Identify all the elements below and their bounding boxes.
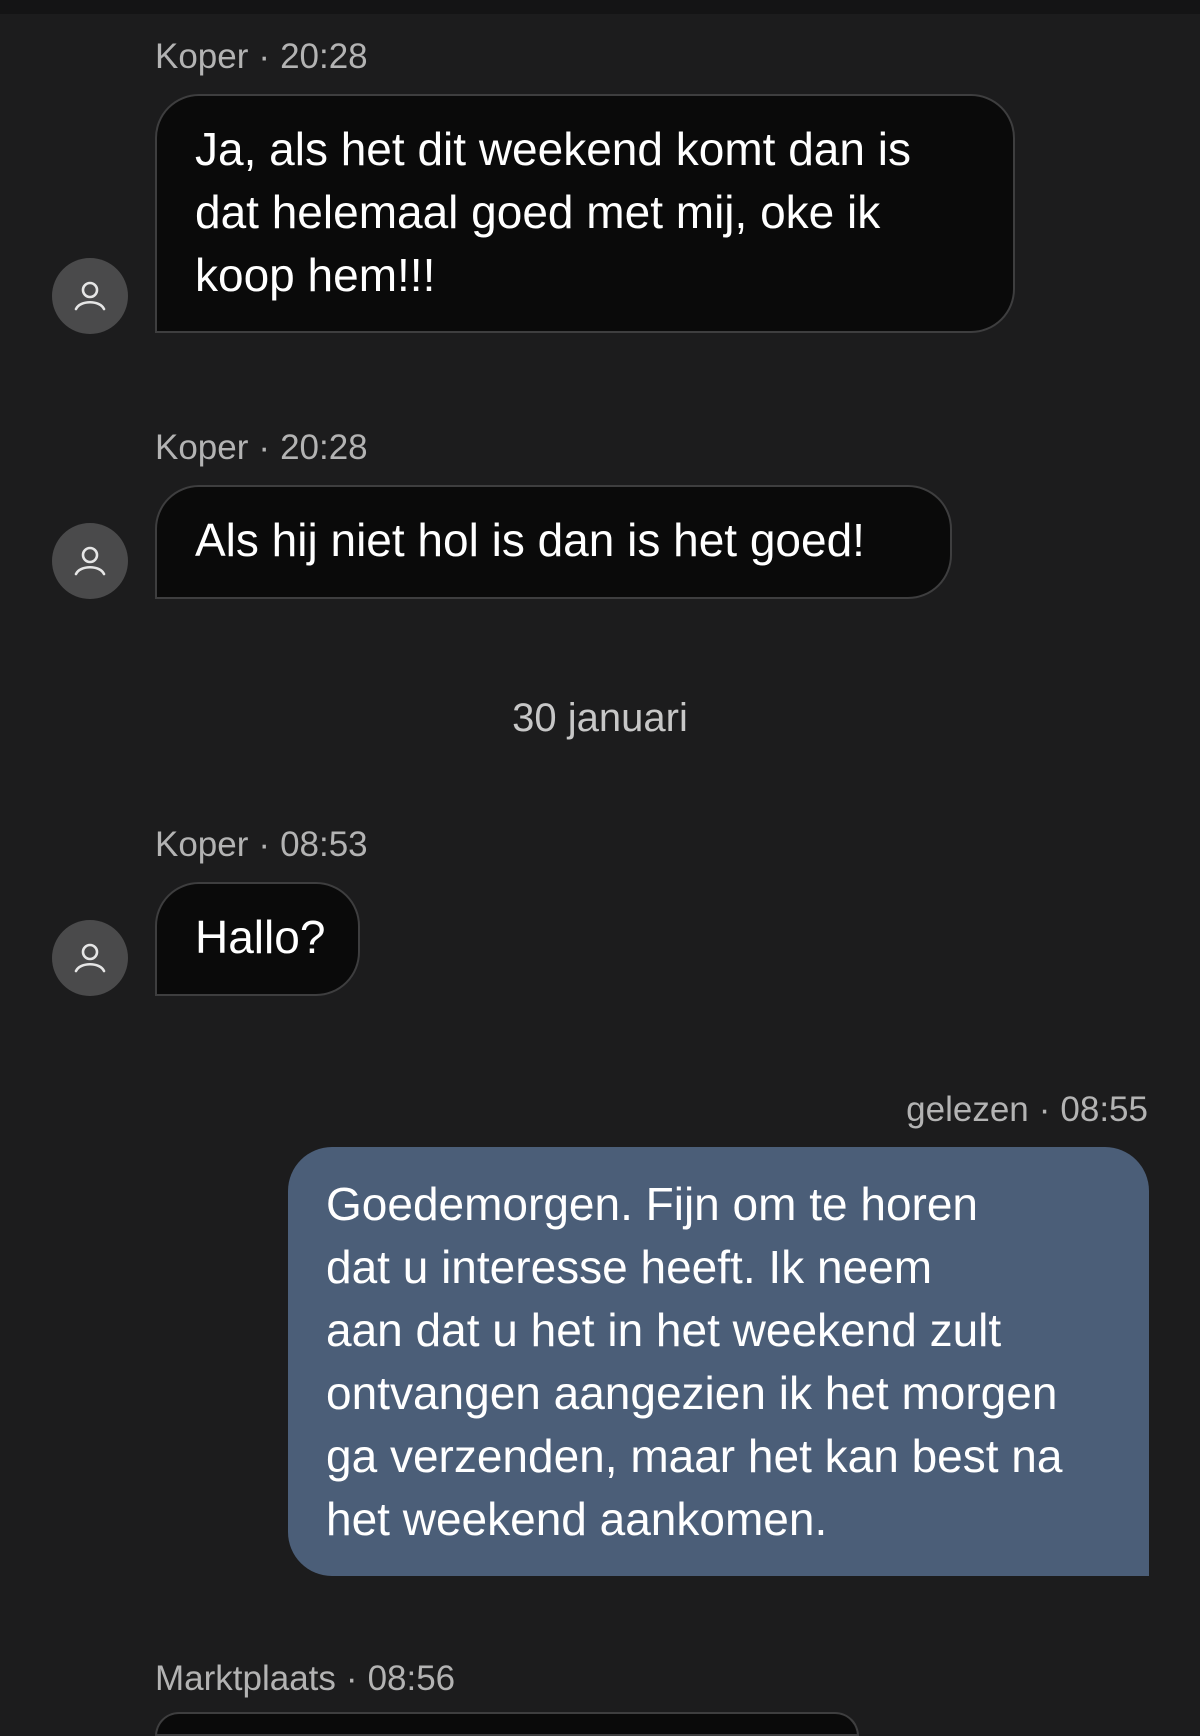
avatar[interactable] [52,258,128,334]
read-status: gelezen [906,1090,1029,1129]
separator-dot: · [1038,1090,1051,1129]
separator-dot: · [258,428,271,467]
sender-name: Koper [155,37,249,76]
sender-name: Koper [155,825,249,864]
message-time: 08:55 [1060,1090,1148,1129]
separator-dot: · [258,37,271,76]
message-bubble-outgoing[interactable]: Goedemorgen. Fijn om te horen dat u inte… [288,1147,1149,1576]
message-bubble-incoming[interactable] [155,1712,859,1736]
message-meta: Marktplaats · 08:56 [155,1659,455,1699]
date-separator: 30 januari [512,696,688,740]
message-bubble-incoming[interactable]: Hallo? [155,882,360,996]
message-time: 20:28 [280,428,368,467]
sender-name: Marktplaats [155,1659,336,1698]
message-time: 08:56 [367,1659,456,1698]
status-bar-edge [0,0,1200,14]
user-icon [74,546,106,576]
user-icon [74,943,106,973]
message-meta: gelezen · 08:55 [906,1090,1148,1130]
message-bubble-incoming[interactable]: Als hij niet hol is dan is het goed! [155,485,952,599]
message-time: 08:53 [280,825,368,864]
message-meta: Koper · 08:53 [155,825,368,865]
avatar[interactable] [52,920,128,996]
message-meta: Koper · 20:28 [155,428,368,468]
user-icon [74,281,106,311]
message-time: 20:28 [280,37,368,76]
avatar[interactable] [52,523,128,599]
separator-dot: · [258,825,271,864]
message-meta: Koper · 20:28 [155,37,368,77]
sender-name: Koper [155,428,249,467]
message-bubble-incoming[interactable]: Ja, als het dit weekend komt dan is dat … [155,94,1015,333]
separator-dot: · [345,1659,358,1698]
